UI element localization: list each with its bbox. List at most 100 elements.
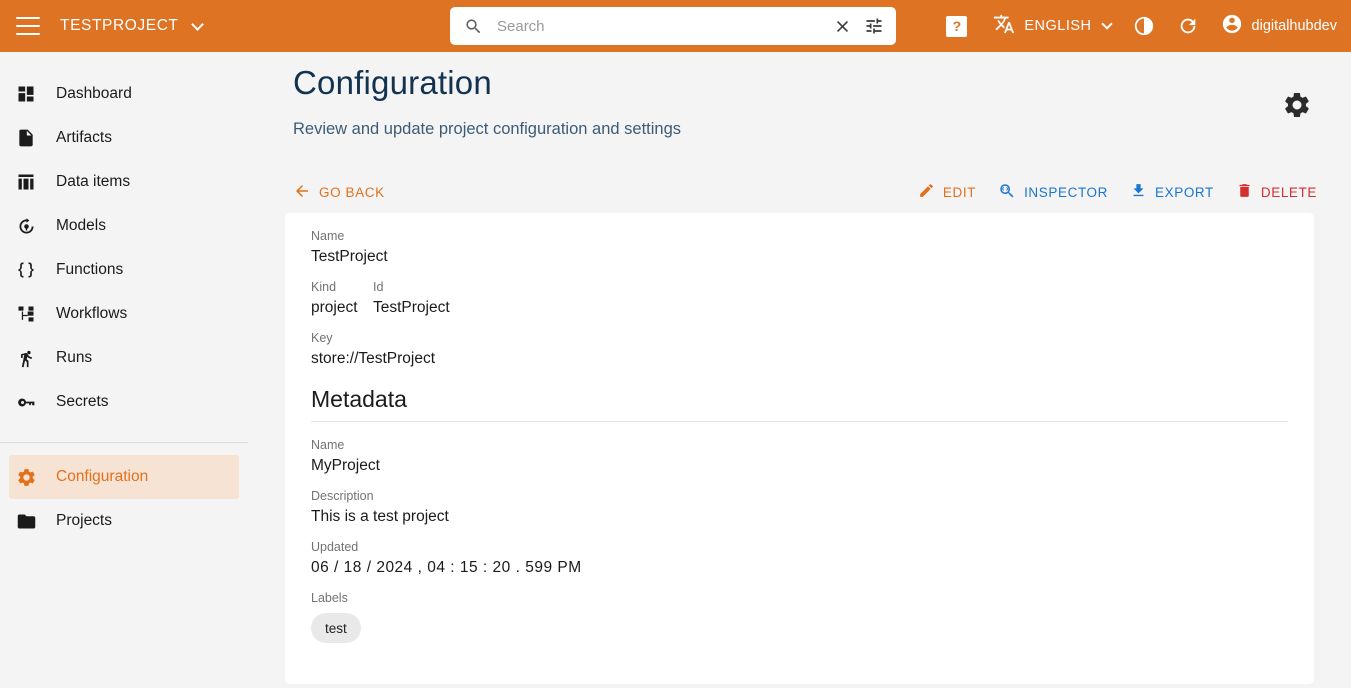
sidebar-nav-list: Dashboard Artifacts Data items	[0, 52, 248, 543]
username-label: digitalhubdev	[1252, 18, 1337, 34]
field-label: Id	[373, 280, 450, 294]
account-menu[interactable]: digitalhubdev	[1221, 13, 1337, 40]
delete-label: DELETE	[1261, 185, 1317, 200]
field-labels: Labels test	[311, 591, 1288, 643]
help-button[interactable]: ?	[946, 16, 967, 37]
label-chip[interactable]: test	[311, 613, 361, 643]
project-selector[interactable]: TESTPROJECT	[60, 17, 202, 35]
sidebar-item-runs[interactable]: Runs	[0, 336, 248, 380]
gear-icon	[14, 465, 38, 489]
main-content: Configuration Review and update project …	[248, 52, 1351, 688]
sidebar-item-label: Models	[56, 217, 106, 235]
sidebar-item-workflows[interactable]: Workflows	[0, 292, 248, 336]
sidebar-item-label: Workflows	[56, 305, 127, 323]
refresh-icon[interactable]	[1177, 15, 1199, 37]
field-label: Labels	[311, 591, 1288, 605]
language-selector[interactable]: ENGLISH	[993, 13, 1110, 40]
field-value: store://TestProject	[311, 350, 1288, 368]
field-row-kind-id: Kind project Id TestProject	[311, 280, 1288, 331]
table-icon	[14, 170, 38, 194]
labels-chip-list: test	[311, 613, 1288, 643]
page-subtitle: Review and update project configuration …	[293, 120, 681, 139]
download-icon	[1130, 182, 1147, 202]
sidebar-item-label: Functions	[56, 261, 123, 279]
sidebar: Dashboard Artifacts Data items	[0, 52, 248, 688]
field-key: Key store://TestProject	[311, 331, 1288, 368]
sidebar-item-artifacts[interactable]: Artifacts	[0, 116, 248, 160]
tune-icon[interactable]	[864, 16, 884, 36]
field-label: Name	[311, 438, 1288, 452]
metadata-section-title: Metadata	[311, 386, 1288, 422]
sidebar-item-secrets[interactable]: Secrets	[0, 380, 248, 424]
dashboard-icon	[14, 82, 38, 106]
field-label: Description	[311, 489, 1288, 503]
language-label: ENGLISH	[1024, 18, 1091, 34]
search-input[interactable]	[497, 18, 823, 35]
sidebar-item-configuration[interactable]: Configuration	[9, 455, 239, 499]
sidebar-item-label: Runs	[56, 349, 92, 367]
account-tree-icon	[14, 302, 38, 326]
braces-icon	[14, 258, 38, 282]
export-button[interactable]: EXPORT	[1130, 182, 1214, 202]
field-value: TestProject	[373, 299, 450, 317]
sidebar-divider	[0, 442, 248, 443]
sidebar-item-projects[interactable]: Projects	[0, 499, 248, 543]
sidebar-item-models[interactable]: Models	[0, 204, 248, 248]
sidebar-item-dashboard[interactable]: Dashboard	[0, 72, 248, 116]
folder-icon	[14, 509, 38, 533]
key-icon	[14, 390, 38, 414]
file-icon	[14, 126, 38, 150]
detail-card: Name TestProject Kind project Id TestPro…	[285, 213, 1314, 684]
sidebar-item-functions[interactable]: Functions	[0, 248, 248, 292]
field-value: TestProject	[311, 248, 1288, 266]
inspector-button[interactable]: INSPECTOR	[998, 182, 1108, 203]
field-kind: Kind project	[311, 280, 373, 317]
search-icon	[464, 17, 483, 36]
go-back-label: GO BACK	[319, 185, 385, 200]
sidebar-item-label: Configuration	[56, 468, 148, 486]
field-label: Kind	[311, 280, 373, 294]
sidebar-item-label: Artifacts	[56, 129, 112, 147]
field-name: Name TestProject	[311, 229, 1288, 266]
sidebar-item-label: Secrets	[56, 393, 109, 411]
edit-button[interactable]: EDIT	[918, 182, 976, 202]
chevron-down-icon[interactable]	[1101, 18, 1112, 29]
field-metadata-name: Name MyProject	[311, 438, 1288, 475]
toolbar-left: GO BACK	[293, 182, 407, 203]
field-label: Key	[311, 331, 1288, 345]
field-label: Updated	[311, 540, 1288, 554]
account-circle-icon	[1221, 13, 1243, 40]
dark-mode-icon[interactable]	[1133, 15, 1155, 37]
model-icon	[14, 214, 38, 238]
chevron-down-icon[interactable]	[191, 18, 204, 31]
export-label: EXPORT	[1155, 185, 1214, 200]
field-value: This is a test project	[311, 508, 1288, 526]
run-icon	[14, 346, 38, 370]
translate-icon	[993, 13, 1015, 40]
search-box[interactable]	[450, 7, 896, 45]
page-title: Configuration	[293, 64, 492, 102]
sidebar-item-data-items[interactable]: Data items	[0, 160, 248, 204]
close-icon[interactable]	[833, 17, 852, 36]
go-back-button[interactable]: GO BACK	[293, 182, 385, 203]
sidebar-item-label: Data items	[56, 173, 130, 191]
field-description: Description This is a test project	[311, 489, 1288, 526]
hamburger-menu-icon[interactable]	[16, 17, 40, 35]
appbar-right-cluster: ? ENGLISH digitalhubdev	[946, 0, 1337, 52]
app-root: TESTPROJECT ? ENGLISH	[0, 0, 1351, 688]
field-updated: Updated 06 / 18 / 2024 , 04 : 15 : 20 . …	[311, 540, 1288, 577]
action-toolbar: GO BACK EDIT INSPECTOR	[293, 179, 1317, 205]
sidebar-item-label: Dashboard	[56, 85, 132, 103]
sidebar-item-label: Projects	[56, 512, 112, 530]
inspector-label: INSPECTOR	[1024, 185, 1108, 200]
field-value: MyProject	[311, 457, 1288, 475]
inspector-icon	[998, 182, 1016, 203]
field-label: Name	[311, 229, 1288, 243]
field-value: project	[311, 299, 373, 317]
delete-button[interactable]: DELETE	[1236, 182, 1317, 202]
project-title: TESTPROJECT	[60, 17, 179, 35]
toolbar-right: EDIT INSPECTOR EXPORT	[918, 182, 1317, 203]
settings-gear-button[interactable]	[1282, 90, 1312, 120]
top-app-bar: TESTPROJECT ? ENGLISH	[0, 0, 1351, 52]
trash-icon	[1236, 182, 1253, 202]
